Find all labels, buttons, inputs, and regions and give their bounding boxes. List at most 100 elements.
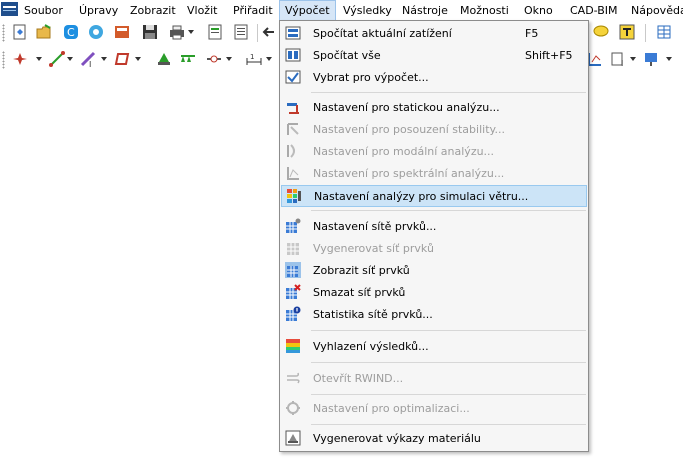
menu-item-delete-mesh[interactable]: Smazat síť prvků [281,282,587,304]
menu-item-label: Vygenerovat výkazy materiálu [313,432,481,445]
menu-cad-bim[interactable]: CAD-BIM [570,3,618,18]
table-icon[interactable] [655,23,673,41]
menu-item-generate-mesh[interactable]: Vygenerovat síť prvků [281,238,587,260]
menu-item-select-for-calc[interactable]: Vybrat pro výpočet... [281,67,587,89]
menu-item-label: Spočítat aktuální zatížení [313,27,452,40]
member-icon[interactable]: I [79,50,97,68]
svg-text:1: 1 [250,53,254,61]
menu-item-label: Nastavení pro modální analýzu... [313,145,495,158]
cloud-c-icon[interactable]: C [62,23,80,41]
app-window-icon[interactable] [1,2,18,16]
report-list-icon[interactable] [232,23,250,41]
menu-item-optimization[interactable]: Nastavení pro optimalizaci... [281,398,587,420]
menu-item-shortcut: F5 [525,27,539,40]
menu-vypocet[interactable]: Výpočet [279,0,336,21]
menu-item-label: Nastavení sítě prvků... [313,220,437,233]
select-calc-icon [285,70,301,84]
printout-report-icon[interactable] [206,23,224,41]
nodal-support-icon[interactable] [155,50,173,68]
member-dropdown-icon[interactable] [101,57,107,61]
menu-item-label: Vybrat pro výpočet... [313,71,429,84]
hinge-dropdown-icon[interactable] [226,57,232,61]
node-icon[interactable] [11,50,29,68]
menu-item-static-analysis[interactable]: Nastavení pro statickou analýzu... [281,97,587,119]
smoothing-icon [286,339,300,353]
new-model-icon[interactable] [11,23,29,41]
surface-dropdown-icon[interactable] [135,57,141,61]
line-dropdown-icon[interactable] [67,57,73,61]
model-info-icon[interactable] [113,23,131,41]
menu-item-label: Nastavení pro posouzení stability... [313,123,505,136]
menu-soubor[interactable]: Soubor [24,3,63,18]
print-dropdown-icon[interactable] [188,30,194,34]
menu-separator [311,394,586,395]
menu-separator [311,424,586,425]
menu-item-show-mesh[interactable]: Zobrazit síť prvků [281,260,587,282]
menu-item-label: Statistika sítě prvků... [313,308,433,321]
surface-icon[interactable] [113,50,131,68]
save-icon[interactable] [141,23,159,41]
calc-all-icon [285,48,301,62]
menu-vlozit[interactable]: Vložit [187,3,217,18]
menu-item-wind-simulation[interactable]: Nastavení analýzy pro simulaci větru... [281,185,587,207]
menu-item-label: Nastavení analýzy pro simulaci větru... [314,190,529,203]
mesh-stats-icon [286,306,301,321]
menu-item-modal[interactable]: Nastavení pro modální analýzu... [281,141,587,163]
line-bubble-icon[interactable] [592,23,610,41]
menu-item-label: Vygenerovat síť prvků [313,242,434,255]
results-filter-dropdown-icon[interactable] [666,57,672,61]
node-dropdown-icon[interactable] [36,57,42,61]
menu-item-calc-all[interactable]: Spočítat vše Shift+F5 [281,45,587,67]
toolbar-grip[interactable] [2,51,5,69]
member-set-dropdown-icon[interactable] [630,57,636,61]
menu-item-label: Zobrazit síť prvků [313,264,410,277]
toolbar-grip[interactable] [2,24,5,42]
undo-icon[interactable] [262,23,280,41]
toolbar-separator [645,24,646,42]
menu-zobrazit[interactable]: Zobrazit [130,3,176,18]
menu-item-label: Nastavení pro statickou analýzu... [313,101,500,114]
section-editor-icon[interactable] [618,23,636,41]
results-filter-icon[interactable] [642,50,660,68]
menu-item-mesh-settings[interactable]: Nastavení sítě prvků... [281,216,587,238]
svg-text:I: I [621,59,623,68]
delete-mesh-icon [286,284,301,299]
open-folder-icon[interactable] [35,23,53,41]
menu-item-smoothing[interactable]: Vyhlazení výsledků... [281,336,587,358]
material-report-icon [285,430,301,446]
line-icon[interactable] [48,50,66,68]
menu-moznosti[interactable]: Možnosti [460,3,509,18]
svg-text:C: C [67,26,75,39]
show-mesh-icon [285,262,301,278]
print-icon[interactable] [168,23,186,41]
menu-item-calc-current-load[interactable]: Spočítat aktuální zatížení F5 [281,23,587,45]
menu-item-material-reports[interactable]: Vygenerovat výkazy materiálu [281,428,587,450]
menu-nastroje[interactable]: Nástroje [402,3,448,18]
svg-text:I: I [89,60,91,68]
menu-napoveda[interactable]: Nápověda [631,3,683,18]
modal-analysis-icon [287,144,295,158]
generate-mesh-icon [287,243,299,255]
menu-item-spectral[interactable]: Nastavení pro spektrální analýzu... [281,163,587,185]
menu-item-open-rwind[interactable]: Otevřít RWIND... [281,368,587,390]
menu-item-stability[interactable]: Nastavení pro posouzení stability... [281,119,587,141]
menu-item-label: Nastavení pro spektrální analýzu... [313,167,505,180]
menu-separator [311,330,586,331]
member-set-icon[interactable]: I [610,50,628,68]
menu-okno[interactable]: Okno [524,3,553,18]
dimension-icon[interactable]: 1 [245,50,263,68]
menu-item-label: Spočítat vše [313,49,381,62]
line-support-icon[interactable] [179,50,197,68]
calculation-menu-dropdown: Spočítat aktuální zatížení F5 Spočítat v… [279,20,589,452]
web-service-icon[interactable] [87,23,105,41]
menu-vysledky[interactable]: Výsledky [343,3,392,18]
mesh-settings-icon [286,218,301,233]
hinge-icon[interactable] [205,50,223,68]
rwind-icon [287,372,300,384]
menu-upravy[interactable]: Úpravy [79,3,118,18]
dimension-dropdown-icon[interactable] [266,57,272,61]
wind-simulation-icon [287,189,301,203]
menu-item-mesh-stats[interactable]: Statistika sítě prvků... [281,304,587,326]
menu-item-label: Vyhlazení výsledků... [313,340,429,353]
menu-priradit[interactable]: Přiřadit [233,3,273,18]
